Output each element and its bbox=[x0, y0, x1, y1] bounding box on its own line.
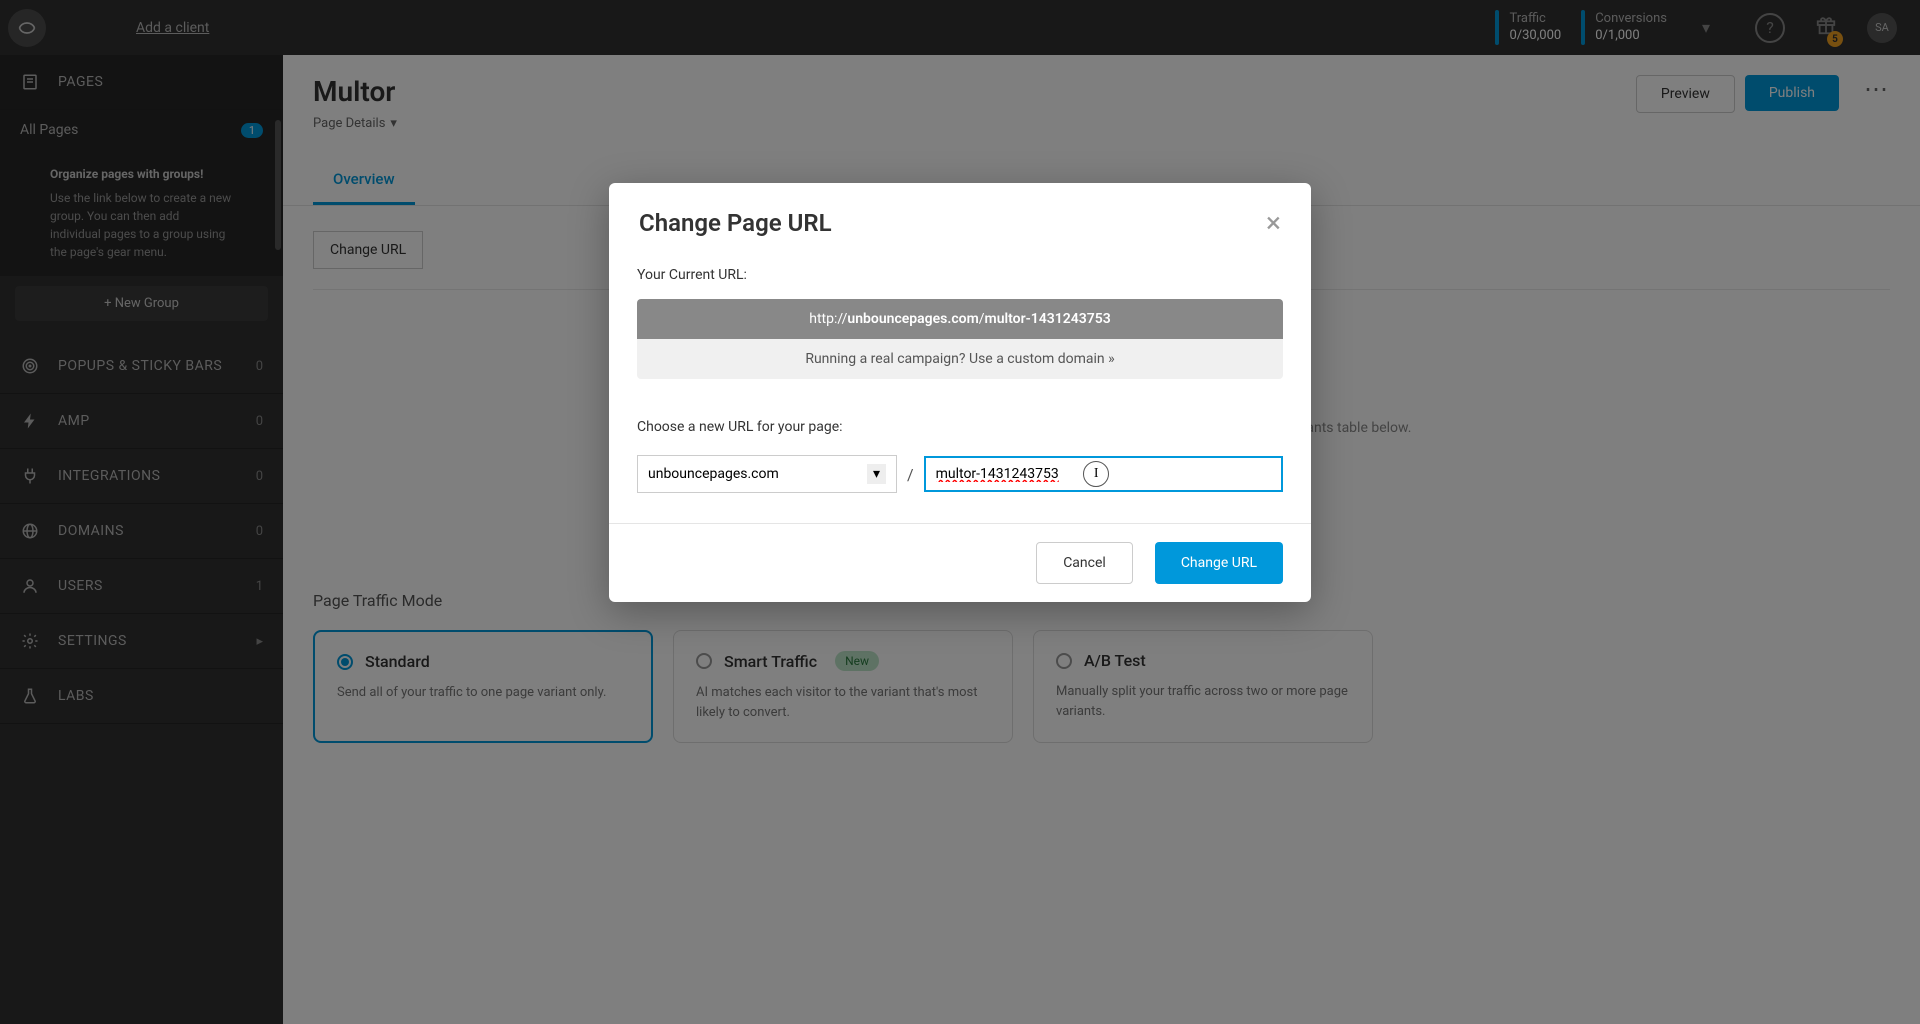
url-slug-input[interactable] bbox=[936, 466, 1271, 482]
change-url-submit-button[interactable]: Change URL bbox=[1155, 542, 1283, 584]
url-slug-input-wrapper: I bbox=[924, 456, 1283, 492]
chevron-down-icon: ▾ bbox=[867, 464, 886, 484]
cancel-button[interactable]: Cancel bbox=[1036, 542, 1133, 584]
choose-url-label: Choose a new URL for your page: bbox=[637, 419, 1283, 435]
domain-select[interactable]: unbouncepages.com ▾ bbox=[637, 455, 897, 493]
modal-title: Change Page URL bbox=[639, 209, 1266, 237]
change-url-modal: Change Page URL × Your Current URL: http… bbox=[609, 183, 1311, 602]
current-url-display: http://unbouncepages.com/multor-14312437… bbox=[637, 299, 1283, 339]
current-url-label: Your Current URL: bbox=[637, 267, 1283, 283]
custom-domain-link[interactable]: Running a real campaign? Use a custom do… bbox=[637, 339, 1283, 379]
modal-overlay[interactable]: Change Page URL × Your Current URL: http… bbox=[0, 0, 1920, 1024]
slash-separator: / bbox=[907, 465, 914, 484]
close-icon[interactable]: × bbox=[1266, 209, 1281, 237]
